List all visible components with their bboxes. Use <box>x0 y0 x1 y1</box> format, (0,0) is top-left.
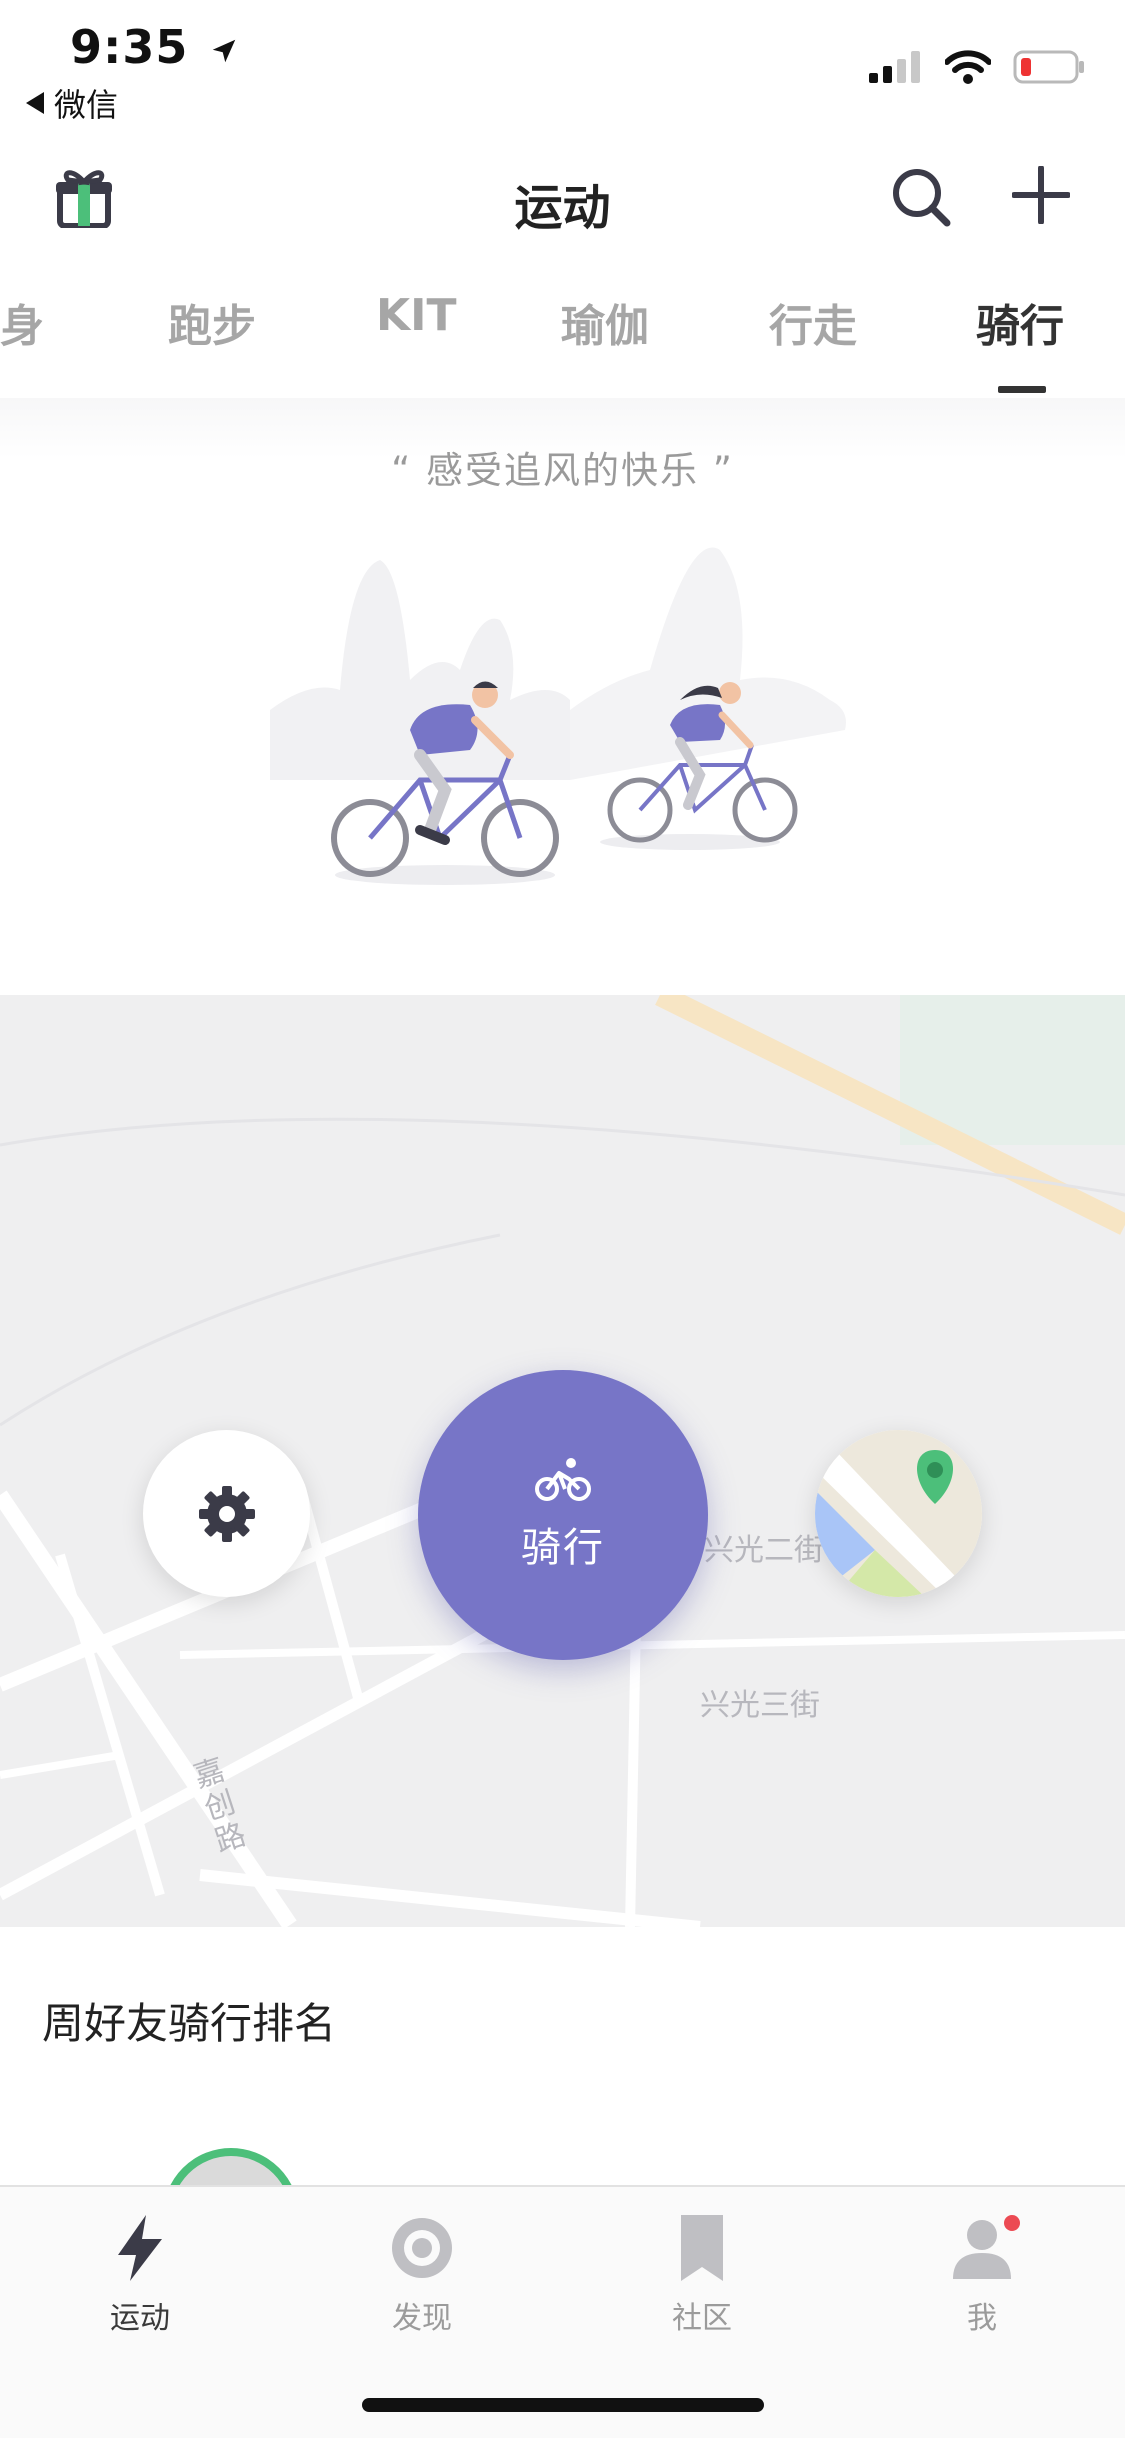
search-button[interactable] <box>890 166 952 232</box>
slogan: “ 感受追风的快乐 ” <box>391 449 734 492</box>
map-mode-button[interactable] <box>815 1430 982 1597</box>
status-time: 9:35 <box>70 20 239 74</box>
tabbar-item-me[interactable]: 我 <box>892 2215 1072 2337</box>
battery-icon <box>1013 50 1084 84</box>
start-ride-label: 骑行 <box>521 1525 605 1571</box>
weekly-ranking-title: 周好友骑行排名 <box>42 1999 337 2048</box>
lightning-icon <box>118 2215 162 2281</box>
tabbar-label: 运动 <box>110 2301 170 2336</box>
home-indicator[interactable] <box>362 2398 764 2412</box>
street-label: 兴光三街 <box>700 1688 820 1723</box>
notification-badge <box>1004 2215 1020 2231</box>
ride-settings-button[interactable] <box>143 1430 310 1597</box>
tabbar-label: 我 <box>967 2301 997 2336</box>
map-icon <box>815 1430 982 1597</box>
plus-icon <box>1011 165 1071 225</box>
add-button[interactable] <box>1011 165 1071 228</box>
tab-active-indicator <box>998 386 1046 393</box>
signal-icon <box>869 51 920 83</box>
tab-cycling[interactable]: 骑行 <box>976 290 1064 354</box>
cyclists-illustration <box>270 530 860 914</box>
street-label: 兴光二街 <box>704 1533 824 1568</box>
sport-tabs: 健身 跑步 KIT 瑜伽 行走 骑行 <box>0 290 1125 390</box>
tabbar-label: 发现 <box>392 2301 452 2336</box>
settings-icon <box>198 1485 255 1542</box>
tab-walking[interactable]: 行走 <box>769 290 857 354</box>
tabbar-item-community[interactable]: 社区 <box>612 2215 792 2337</box>
start-ride-button[interactable]: 骑行 <box>418 1370 708 1660</box>
bike-icon <box>535 1458 591 1501</box>
tab-yoga[interactable]: 瑜伽 <box>561 290 649 354</box>
status-indicators <box>869 50 1085 84</box>
location-arrow-icon <box>213 39 236 62</box>
back-to-wechat[interactable]: 微信 <box>26 80 118 126</box>
back-app-label: 微信 <box>54 86 119 124</box>
back-triangle-icon <box>26 92 44 114</box>
tab-fitness[interactable]: 健身 <box>0 290 44 354</box>
search-icon <box>893 169 951 227</box>
tab-running[interactable]: 跑步 <box>168 290 256 354</box>
page-title: 运动 <box>514 180 611 236</box>
tabbar-item-sport[interactable]: 运动 <box>50 2215 230 2337</box>
tabbar-item-discover[interactable]: 发现 <box>332 2215 512 2337</box>
tabbar-label: 社区 <box>672 2301 732 2336</box>
target-icon <box>392 2218 452 2278</box>
bookmark-icon <box>681 2215 723 2281</box>
wifi-icon <box>945 50 991 84</box>
tab-kit[interactable]: KIT <box>376 290 456 341</box>
